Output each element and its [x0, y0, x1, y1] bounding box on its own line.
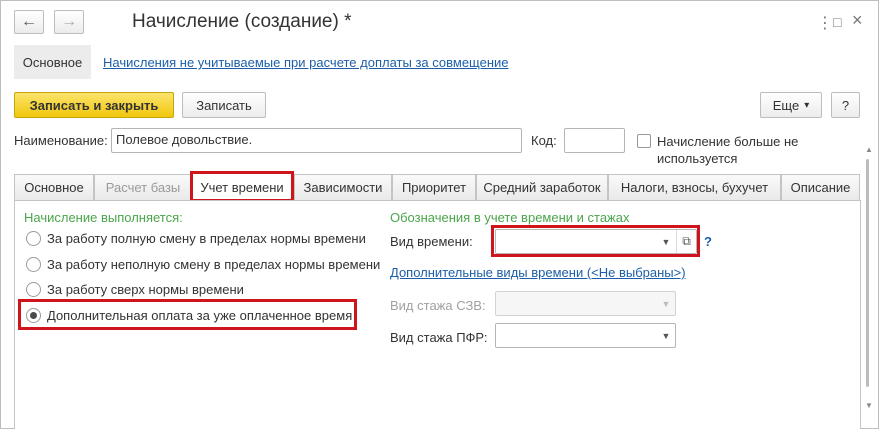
pfr-field[interactable]: ▼ [495, 323, 676, 348]
not-used-label-line1: Начисление больше не [657, 134, 799, 149]
radio-overtime[interactable] [26, 282, 41, 297]
section-main[interactable]: Основное [14, 45, 91, 79]
forward-button[interactable]: → [54, 10, 84, 34]
highlight-frame-tab [190, 171, 294, 202]
designations-heading: Обозначения в учете времени и стажах [390, 210, 630, 225]
name-value: Полевое довольствие. [116, 132, 253, 147]
more-label: Еще [772, 97, 800, 113]
section-excluded-accruals-link[interactable]: Начисления не учитываемые при расчете до… [103, 55, 509, 70]
not-used-checkbox[interactable] [637, 134, 651, 148]
szv-field[interactable]: ▼ [495, 291, 676, 316]
question-icon: ? [841, 97, 850, 113]
chevron-down-icon: ▾ [804, 99, 810, 111]
vertical-scrollbar[interactable]: ▲ ▼ [863, 145, 873, 415]
additional-time-types-link[interactable]: Дополнительные виды времени (<Не выбраны… [390, 265, 686, 280]
arrow-left-icon: ← [21, 13, 37, 30]
help-button[interactable]: ? [831, 92, 860, 118]
radio-partial-shift-label: За работу неполную смену в пределах норм… [47, 257, 381, 272]
radio-full-shift-label: За работу полную смену в пределах нормы … [47, 231, 366, 246]
not-used-label-line2: используется [657, 151, 738, 166]
save-and-close-button[interactable]: Записать и закрыть [14, 92, 174, 118]
radio-overtime-label: За работу сверх нормы времени [47, 282, 244, 297]
pfr-label: Вид стажа ПФР: [390, 330, 488, 345]
scroll-thumb[interactable] [866, 159, 869, 387]
not-used-label: Начисление больше не используется [657, 133, 798, 167]
window-title: Начисление (создание) * [132, 11, 352, 32]
document-window: ← → Начисление (создание) * ⋮ □ × Основн… [0, 0, 879, 429]
tab-dependencies[interactable]: Зависимости [294, 174, 392, 200]
chevron-down-icon[interactable]: ▼ [656, 324, 676, 347]
more-vertical-icon[interactable]: ⋮ [817, 13, 833, 33]
tab-average-earnings[interactable]: Средний заработок [476, 174, 608, 200]
arrow-right-icon: → [61, 13, 77, 30]
tab-description[interactable]: Описание [781, 174, 860, 200]
time-type-label: Вид времени: [390, 234, 473, 249]
time-type-help[interactable]: ? [704, 234, 712, 249]
section-main-label: Основное [22, 54, 83, 70]
highlight-frame-option [18, 299, 357, 330]
chevron-down-icon[interactable]: ▼ [656, 292, 676, 315]
save-button[interactable]: Записать [182, 92, 266, 118]
highlight-frame-time-type [491, 225, 700, 257]
maximize-icon[interactable]: □ [833, 14, 841, 30]
radio-full-shift[interactable] [26, 231, 41, 246]
tab-taxes[interactable]: Налоги, взносы, бухучет [608, 174, 781, 200]
szv-label: Вид стажа СЗВ: [390, 298, 486, 313]
radio-partial-shift[interactable] [26, 257, 41, 272]
tab-main[interactable]: Основное [14, 174, 94, 200]
save-label: Записать [196, 97, 252, 113]
accrual-heading: Начисление выполняется: [24, 210, 183, 225]
code-field[interactable] [564, 128, 625, 153]
scroll-up-icon[interactable]: ▲ [865, 145, 873, 154]
tab-priority[interactable]: Приоритет [392, 174, 476, 200]
name-field[interactable]: Полевое довольствие. [111, 128, 522, 153]
name-label: Наименование: [14, 133, 108, 148]
scroll-down-icon[interactable]: ▼ [865, 401, 873, 410]
more-button[interactable]: Еще ▾ [760, 92, 822, 118]
save-and-close-label: Записать и закрыть [29, 97, 159, 113]
back-button[interactable]: ← [14, 10, 44, 34]
tab-base-calculation[interactable]: Расчет базы [94, 174, 192, 200]
close-icon[interactable]: × [852, 10, 863, 31]
code-label: Код: [531, 133, 557, 148]
